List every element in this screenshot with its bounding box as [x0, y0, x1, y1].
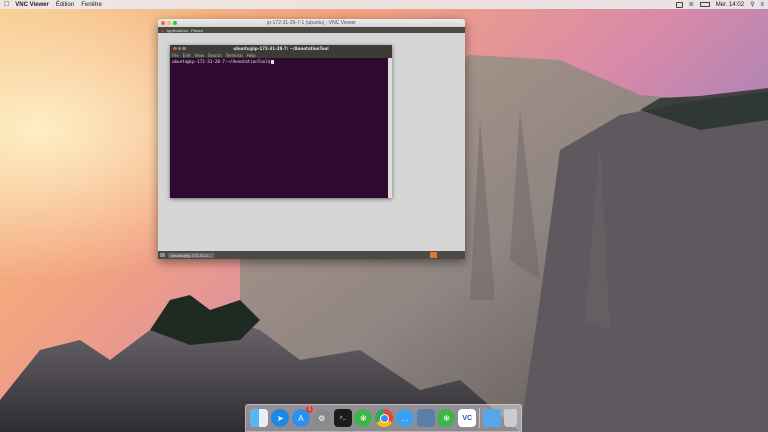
terminal-controls [173, 46, 186, 50]
remote-desktop[interactable]: ubuntu@ip-172-31-28-7: ~/AnnotationTool … [158, 33, 465, 251]
applications-menu[interactable]: Applications [166, 28, 188, 33]
dock-separator [478, 408, 480, 428]
terminal-maximize-icon[interactable] [182, 46, 186, 50]
terminal-menu-search[interactable]: Search [208, 53, 222, 58]
apple-menu-icon[interactable]:  [4, 1, 9, 8]
preview-icon[interactable] [416, 409, 435, 427]
ubuntu-bottom-panel: ubuntu@ip-172-31-2... [158, 251, 465, 259]
dock: ➤ A 1 ⚙ >_ ✻ … ✻ VC [245, 404, 522, 432]
menu-app-name[interactable]: VNC Viewer [15, 2, 49, 8]
terminal-minimize-icon[interactable] [177, 46, 181, 50]
terminal-scrollbar[interactable] [388, 58, 392, 198]
clock[interactable]: Mer. 14:02 [716, 2, 744, 8]
terminal-cursor [271, 59, 274, 64]
menu-extras: ≋ Mer. 14:02 ⚲ ≡ [675, 1, 764, 8]
menu-bar:  VNC Viewer Édition Fenêtre ≋ Mer. 14:0… [0, 0, 768, 9]
terminal-menu-file[interactable]: File [172, 53, 179, 58]
terminal-menu-terminal[interactable]: Terminal [226, 53, 243, 58]
places-menu[interactable]: Places [191, 28, 203, 33]
vnc-viewer-icon[interactable]: VC [458, 409, 477, 427]
show-desktop-icon[interactable] [160, 253, 165, 257]
terminal-icon[interactable]: >_ [333, 409, 352, 427]
vnc-status-icon[interactable] [675, 1, 683, 8]
app-store-icon[interactable]: A 1 [291, 406, 313, 427]
terminal-menu-edit[interactable]: Edit [183, 53, 191, 58]
vnc-viewer-label: VC [462, 414, 473, 422]
vnc-viewer-window: ip-172-31-26-7-1 (ubuntu) - VNC Viewer ●… [158, 19, 465, 259]
close-icon[interactable] [161, 21, 165, 25]
workspace-switcher[interactable] [430, 252, 437, 258]
green-app-2-icon[interactable]: ✻ [437, 409, 456, 427]
terminal-body[interactable]: ubuntu@ip-172-31-28-7:~/AnnotationTool$ [170, 58, 388, 198]
terminal-titlebar[interactable]: ubuntu@ip-172-31-28-7: ~/AnnotationTool [170, 45, 392, 52]
folder-icon[interactable] [482, 409, 501, 427]
terminal-menu-view[interactable]: View [194, 53, 204, 58]
taskbar-terminal[interactable]: ubuntu@ip-172-31-2... [168, 252, 215, 258]
chrome-center-icon [379, 413, 389, 423]
menu-edition[interactable]: Édition [56, 2, 74, 8]
terminal-window[interactable]: ubuntu@ip-172-31-28-7: ~/AnnotationTool … [170, 45, 392, 198]
app-store-badge: 1 [305, 406, 313, 413]
finder-icon[interactable] [250, 409, 269, 427]
messages-icon[interactable]: … [395, 409, 414, 427]
terminal-close-icon[interactable] [173, 46, 177, 50]
trash-icon[interactable] [503, 409, 517, 427]
minimize-icon[interactable] [167, 21, 171, 25]
terminal-menu-help[interactable]: Help [247, 53, 256, 58]
vnc-window-title: ip-172-31-26-7-1 (ubuntu) - VNC Viewer [267, 20, 356, 26]
notification-center-icon[interactable]: ≡ [760, 2, 764, 8]
zoom-icon[interactable] [173, 21, 177, 25]
vnc-titlebar[interactable]: ip-172-31-26-7-1 (ubuntu) - VNC Viewer [158, 19, 465, 27]
green-app-icon[interactable]: ✻ [354, 409, 373, 427]
terminal-title: ubuntu@ip-172-31-28-7: ~/AnnotationTool [233, 46, 329, 51]
spotlight-icon[interactable]: ⚲ [750, 1, 754, 8]
battery-icon[interactable] [699, 2, 710, 7]
menu-fenetre[interactable]: Fenêtre [81, 2, 102, 8]
safari-icon[interactable]: ➤ [271, 409, 290, 427]
window-controls [161, 21, 177, 25]
wifi-icon[interactable]: ≋ [689, 1, 694, 8]
terminal-prompt: ubuntu@ip-172-31-28-7:~/AnnotationTool$ [172, 59, 271, 64]
chrome-icon[interactable] [375, 409, 394, 427]
ubuntu-logo-icon: ● [161, 27, 164, 33]
system-preferences-icon[interactable]: ⚙ [312, 409, 331, 427]
